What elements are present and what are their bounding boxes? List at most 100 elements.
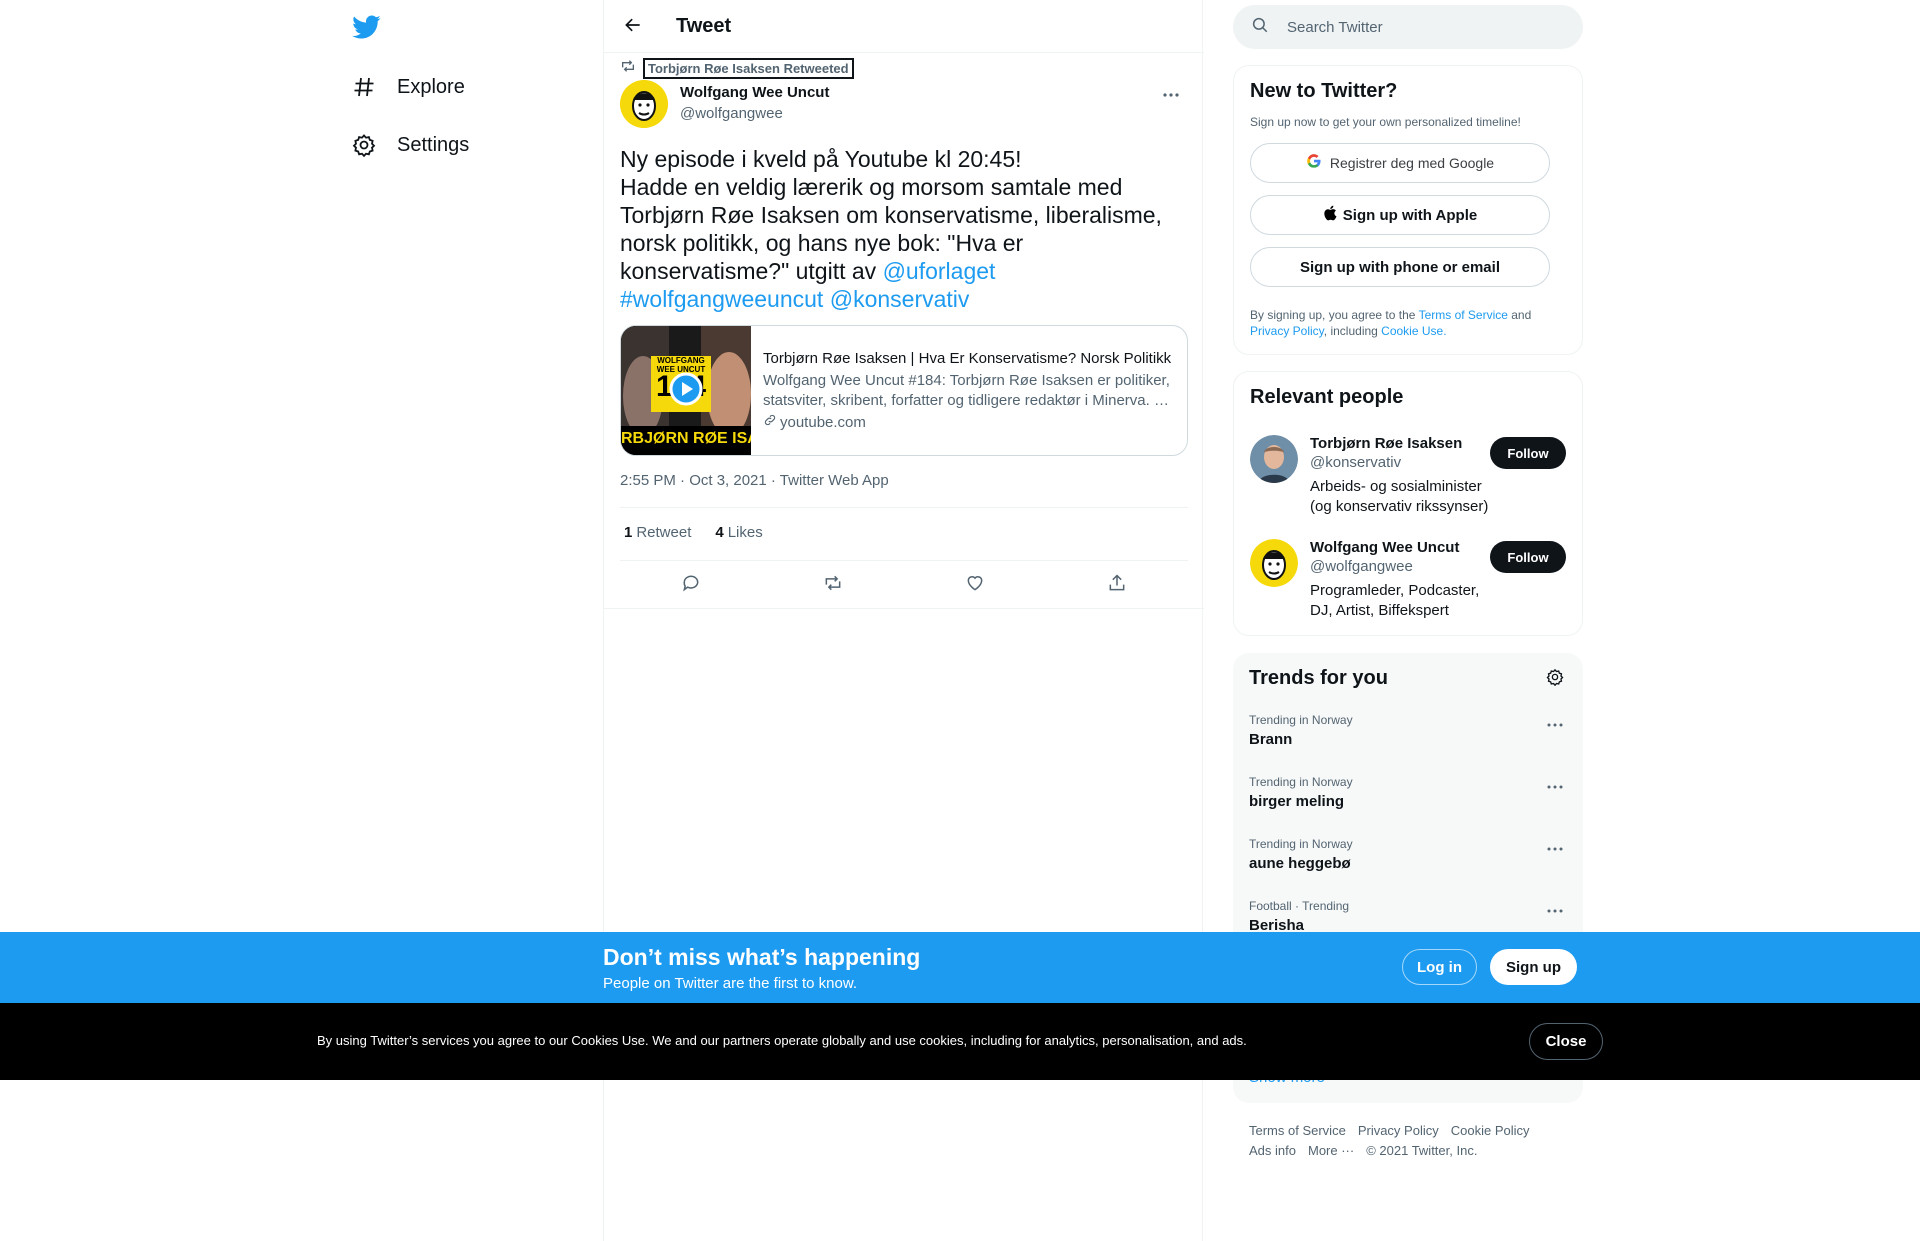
share-button[interactable]	[1097, 570, 1137, 600]
retweet-context: Torbjørn Røe Isaksen Retweeted	[620, 58, 854, 79]
trend-item[interactable]: Trending in Norway aune heggebø	[1249, 837, 1567, 872]
tweet-text: Ny episode i kveld på Youtube kl 20:45! …	[620, 145, 1188, 313]
trend-item[interactable]: Trending in Norway Brann	[1249, 713, 1567, 748]
tweet-more-button[interactable]	[1156, 82, 1186, 106]
search-bar[interactable]	[1233, 5, 1583, 49]
arrow-left-icon	[623, 15, 643, 40]
follow-button[interactable]: Follow	[1490, 541, 1566, 573]
likes-label: Likes	[727, 524, 763, 541]
more-horizontal-icon[interactable]	[1543, 839, 1567, 859]
signup-banner: Don’t miss what’s happening People on Tw…	[0, 932, 1920, 1003]
tweet-text-line1: Ny episode i kveld på Youtube kl 20:45!	[620, 146, 1022, 172]
tweet-actions	[620, 570, 1188, 600]
tweet-stats: 1 Retweet 4 Likes	[624, 524, 763, 541]
mention-konservativ[interactable]: @konservativ	[830, 286, 970, 312]
author-name[interactable]: Wolfgang Wee Uncut	[680, 84, 829, 101]
person-name[interactable]: Wolfgang Wee Uncut	[1310, 539, 1490, 556]
footer-cookie-link[interactable]: Cookie Policy	[1451, 1123, 1530, 1138]
trend-context: Trending in Norway	[1249, 775, 1353, 789]
follow-button[interactable]: Follow	[1490, 437, 1566, 469]
likes-link[interactable]: 4 Likes	[715, 524, 762, 541]
footer-terms-link[interactable]: Terms of Service	[1249, 1123, 1346, 1138]
person-card[interactable]: Wolfgang Wee Uncut @wolfgangwee Programl…	[1250, 539, 1566, 621]
footer-privacy-link[interactable]: Privacy Policy	[1358, 1123, 1439, 1138]
phone-signup-label: Sign up with phone or email	[1299, 258, 1500, 276]
video-thumbnail[interactable]: WOLFGANG WEE UNCUT 184 RBJØRN RØE ISAK	[621, 326, 751, 455]
footer-ads-link[interactable]: Ads info	[1249, 1143, 1296, 1158]
relevant-people-panel: Relevant people Torbjørn Røe Isaksen @ko…	[1233, 371, 1583, 636]
trend-context: Football · Trending	[1249, 899, 1350, 913]
retweet-button[interactable]	[813, 570, 853, 600]
nav-explore[interactable]: Explore	[351, 63, 465, 111]
thumb-bottom-text: RBJØRN RØE ISAK	[621, 430, 751, 447]
gear-icon	[351, 132, 377, 158]
retweets-link[interactable]: 1 Retweet	[624, 524, 691, 541]
cookie-text: By using Twitter’s services you agree to…	[317, 1033, 1247, 1048]
signup-title: New to Twitter?	[1250, 80, 1398, 102]
page-title: Tweet	[676, 15, 732, 37]
terms-prefix: By signing up, you agree to the	[1250, 308, 1419, 322]
more-horizontal-icon[interactable]	[1543, 901, 1567, 921]
card-title: Torbjørn Røe Isaksen | Hva Er Konservati…	[763, 350, 1172, 367]
nav-explore-label: Explore	[397, 75, 465, 98]
apple-signup-label: Sign up with Apple	[1342, 206, 1478, 224]
card-domain: youtube.com	[763, 413, 1175, 431]
tweet-timestamp[interactable]: 2:55 PM · Oct 3, 2021 · Twitter Web App	[620, 472, 889, 489]
more-horizontal-icon	[1161, 85, 1181, 103]
google-icon	[1306, 153, 1322, 173]
trends-settings-button[interactable]	[1543, 667, 1567, 691]
retweeted-by-link[interactable]: Torbjørn Røe Isaksen Retweeted	[643, 58, 854, 79]
person-handle[interactable]: @konservativ	[1310, 454, 1490, 471]
divider	[604, 608, 1204, 609]
signup-terms: By signing up, you agree to the Terms of…	[1250, 307, 1566, 339]
nav-settings-label: Settings	[397, 133, 470, 156]
cookie-use-link[interactable]: Cookie Use.	[1381, 324, 1446, 338]
signup-button[interactable]: Sign up	[1490, 949, 1577, 985]
person-bio: Programleder, Podcaster, DJ, Artist, Bif…	[1310, 582, 1480, 619]
author-handle[interactable]: @wolfgangwee	[680, 105, 829, 122]
phone-signup-button[interactable]: Sign up with phone or email	[1250, 247, 1550, 287]
reply-icon	[681, 573, 701, 598]
trend-item[interactable]: Football · Trending Berisha	[1249, 899, 1567, 934]
trends-title: Trends for you	[1249, 667, 1388, 689]
person-avatar[interactable]	[1250, 435, 1298, 483]
trend-context: Trending in Norway	[1249, 837, 1353, 851]
search-input[interactable]	[1287, 18, 1547, 36]
apple-signup-button[interactable]: Sign up with Apple	[1250, 195, 1550, 235]
cookie-close-button[interactable]: Close	[1529, 1023, 1603, 1060]
more-horizontal-icon[interactable]	[1543, 715, 1567, 735]
person-avatar[interactable]	[1250, 539, 1298, 587]
retweet-icon	[620, 58, 636, 79]
person-card[interactable]: Torbjørn Røe Isaksen @konservativ Arbeid…	[1250, 435, 1566, 517]
footer-links: Terms of Service Privacy Policy Cookie Pol…	[1249, 1121, 1569, 1161]
footer-copyright: © 2021 Twitter, Inc.	[1366, 1143, 1478, 1158]
retweets-count: 1	[624, 524, 633, 541]
twitter-logo-icon[interactable]	[351, 12, 381, 42]
footer-more-link[interactable]: More ···	[1308, 1143, 1354, 1158]
link-card[interactable]: WOLFGANG WEE UNCUT 184 RBJØRN RØE ISAK T…	[620, 325, 1188, 456]
divider	[620, 560, 1188, 561]
person-name[interactable]: Torbjørn Røe Isaksen	[1310, 435, 1490, 452]
person-handle[interactable]: @wolfgangwee	[1310, 558, 1490, 575]
mention-uforlaget[interactable]: @uforlaget	[883, 258, 996, 284]
trend-name: Brann	[1249, 731, 1293, 748]
relevant-title: Relevant people	[1250, 386, 1404, 408]
terms-of-service-link[interactable]: Terms of Service	[1419, 308, 1508, 322]
hashtag-link[interactable]: #wolfgangweeuncut	[620, 286, 823, 312]
like-button[interactable]	[955, 570, 995, 600]
card-domain-text: youtube.com	[780, 413, 866, 431]
apple-icon	[1323, 205, 1337, 225]
login-button[interactable]: Log in	[1402, 949, 1477, 985]
back-button[interactable]	[616, 10, 650, 44]
privacy-policy-link[interactable]: Privacy Policy	[1250, 324, 1324, 338]
likes-count: 4	[715, 524, 724, 541]
nav-settings[interactable]: Settings	[351, 121, 469, 169]
terms-and: and	[1507, 308, 1532, 322]
trend-item[interactable]: Trending in Norway birger meling	[1249, 775, 1567, 810]
more-horizontal-icon[interactable]	[1543, 777, 1567, 797]
card-description: Wolfgang Wee Uncut #184: Torbjørn Røe Is…	[763, 372, 1170, 409]
google-signup-button[interactable]: Registrer deg med Google	[1250, 143, 1550, 183]
tweet-author: Wolfgang Wee Uncut @wolfgangwee	[620, 80, 829, 128]
reply-button[interactable]	[671, 570, 711, 600]
author-avatar[interactable]	[620, 80, 668, 128]
